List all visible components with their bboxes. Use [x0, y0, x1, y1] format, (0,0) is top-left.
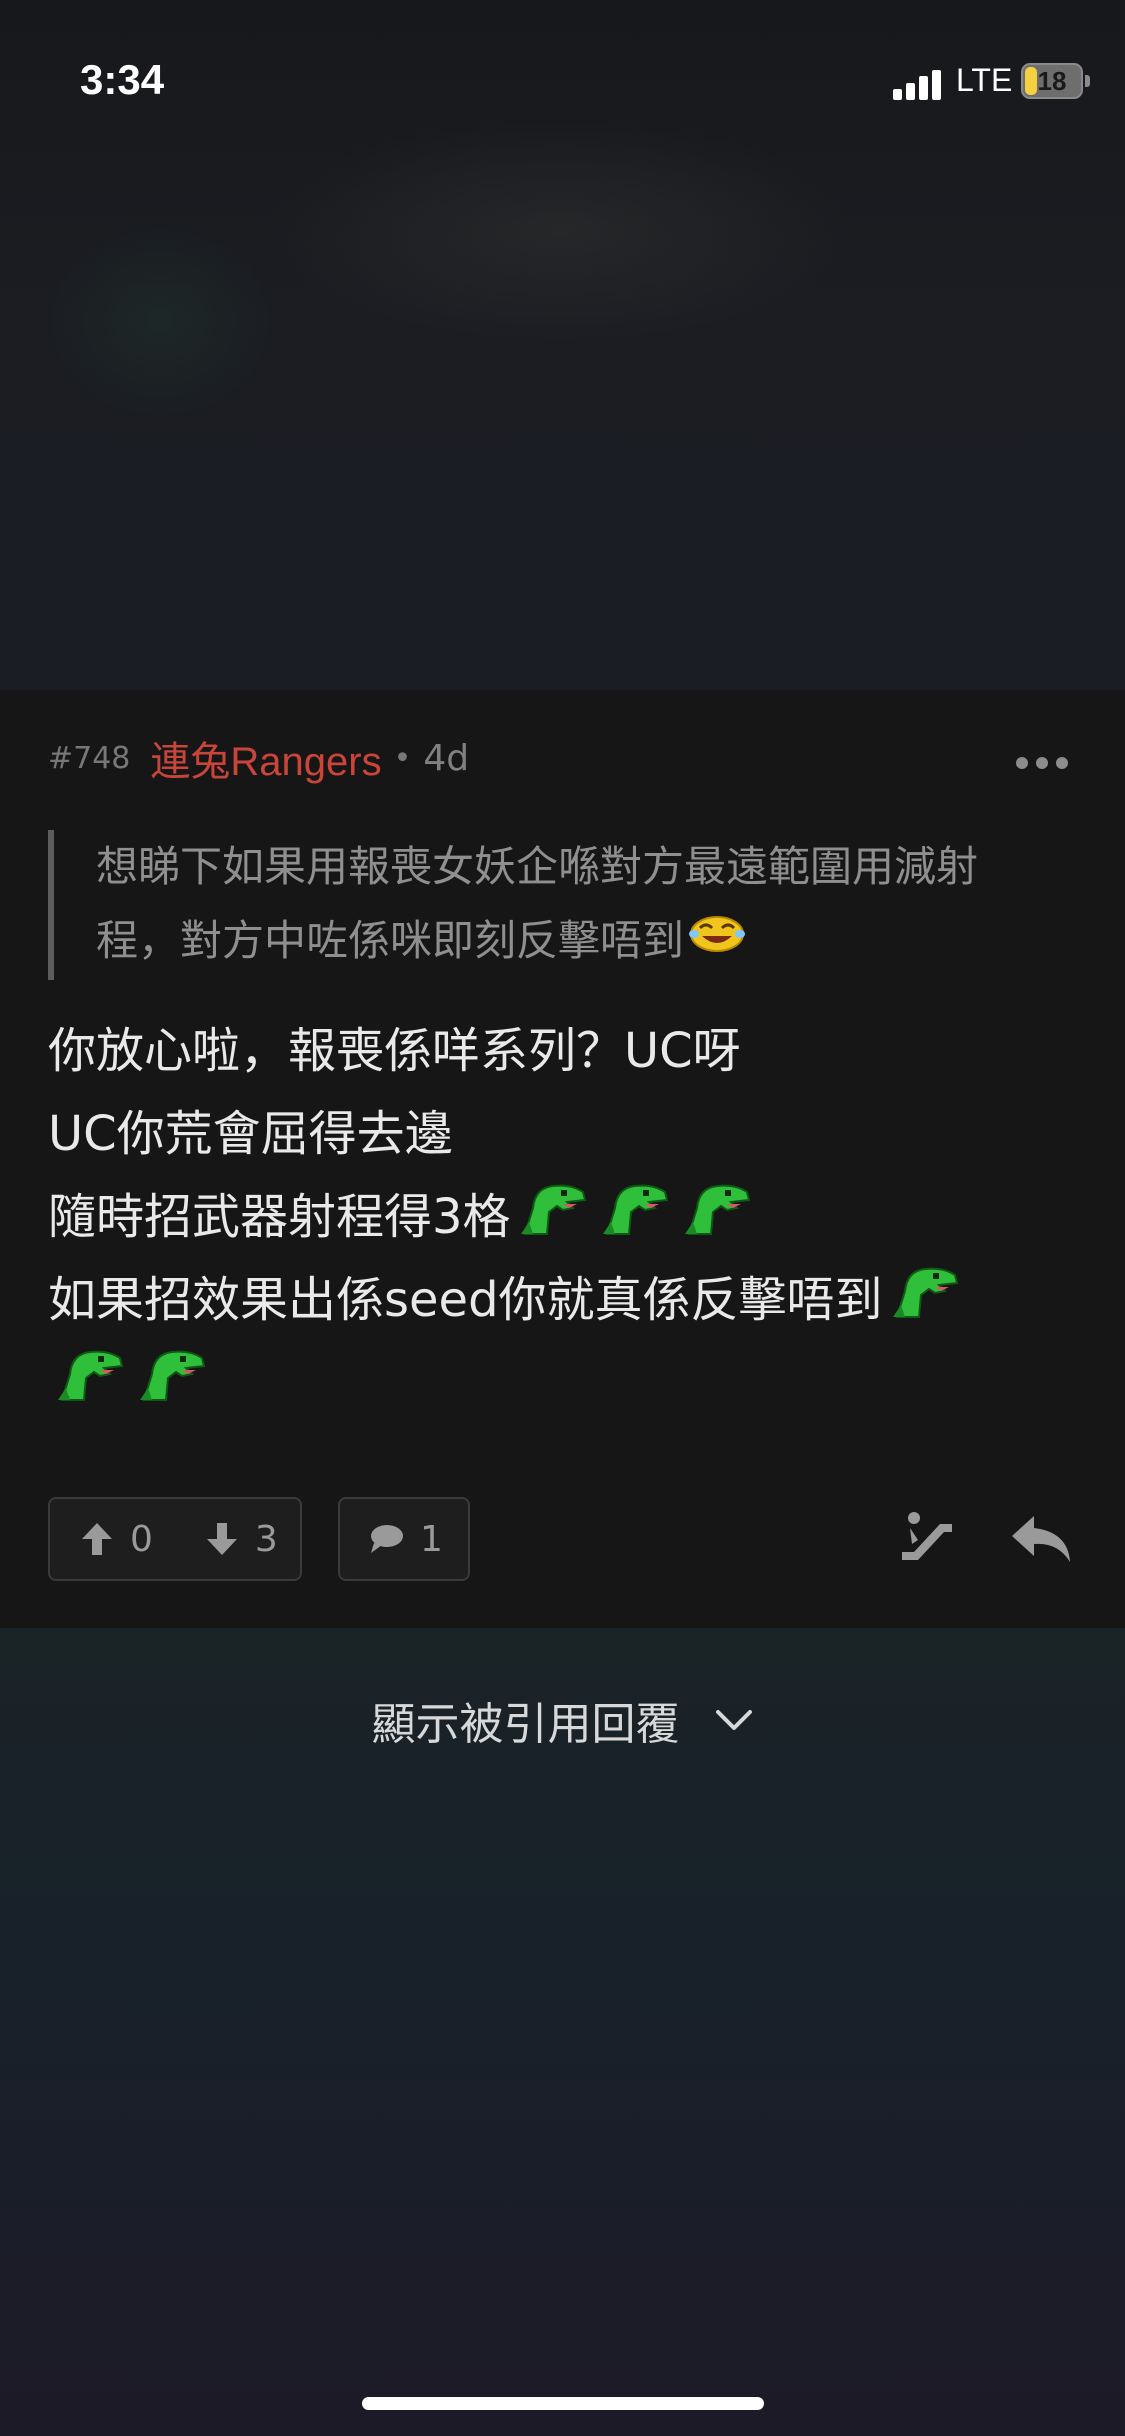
reply-icon[interactable] [1010, 1510, 1074, 1566]
post-body: 你放心啦，報喪係咩系列？UC呀 UC你荒會屈得去邊 隨時招武器射程得3格 如果招… [48, 1010, 1088, 1425]
comments-button[interactable]: 1 [338, 1497, 470, 1581]
downvote-button[interactable]: 3 [205, 1519, 278, 1560]
show-quoted-replies-button[interactable]: 顯示被引用回覆 [0, 1690, 1125, 1750]
chevron-down-icon [715, 1710, 752, 1730]
body-line: 隨時招武器射程得3格 [48, 1189, 511, 1245]
quoted-reply[interactable]: 想睇下如果用報喪女妖企喺對方最遠範圍用減射 程，對方中咗係咪即刻反擊唔到 [48, 830, 1068, 980]
quote-line-2: 程，對方中咗係咪即刻反擊唔到 [96, 904, 1068, 978]
home-indicator[interactable] [362, 2397, 764, 2410]
background-top [0, 0, 1125, 690]
quote-line: 程，對方中咗係咪即刻反擊唔到 [96, 916, 685, 965]
downvote-count: 3 [254, 1518, 278, 1560]
body-line-5 [48, 1342, 1088, 1425]
body-line: 你放心啦，報喪係咩系列？UC呀 [48, 1023, 741, 1079]
arrow-up-icon [82, 1523, 112, 1555]
battery-icon: 18 [1021, 63, 1083, 99]
body-line: UC你荒會屈得去邊 [48, 1106, 453, 1162]
body-line-4: 如果招效果出係seed你就真係反擊唔到 [48, 1259, 1088, 1342]
comment-count: 1 [420, 1518, 443, 1560]
quote-line: 想睇下如果用報喪女妖企喺對方最遠範圍用減射 [96, 842, 979, 891]
more-options-icon[interactable] [1012, 753, 1072, 773]
signal-icon [893, 66, 941, 100]
dinosaur-emoji-icon [883, 1261, 965, 1345]
post-age: 4d [423, 737, 470, 779]
post-card: #748 連兔Rangers • 4d 想睇下如果用報喪女妖企喺對方最遠範圍用減… [0, 690, 1125, 1628]
body-line-3: 隨時招武器射程得3格 [48, 1176, 1088, 1259]
battery-level: 18 [1037, 66, 1067, 96]
body-line: 如果招效果出係seed你就真係反擊唔到 [48, 1272, 883, 1328]
author-name[interactable]: 連兔Rangers [150, 729, 381, 787]
escalator-icon[interactable] [898, 1510, 954, 1566]
arrow-down-icon [206, 1523, 237, 1555]
upvote-button[interactable]: 0 [80, 1519, 153, 1560]
dinosaur-emoji-icon [48, 1344, 130, 1428]
dinosaur-emoji-icon [130, 1344, 212, 1428]
upvote-count: 0 [130, 1518, 153, 1560]
comment-icon [371, 1525, 403, 1553]
vote-group: 0 3 [48, 1497, 302, 1581]
battery-tip [1085, 75, 1090, 87]
dinosaur-emoji-icon [593, 1178, 675, 1262]
network-type: LTE [956, 62, 1013, 98]
post-number: #748 [48, 740, 131, 776]
post-meta: #748 連兔Rangers • 4d [48, 737, 470, 785]
meta-separator: • [393, 740, 412, 776]
dinosaur-emoji-icon [675, 1178, 757, 1262]
dinosaur-emoji-icon [511, 1178, 593, 1262]
laughing-emoji-icon [688, 903, 746, 977]
status-time: 3:34 [80, 56, 165, 103]
show-quoted-label: 顯示被引用回覆 [371, 1699, 680, 1750]
